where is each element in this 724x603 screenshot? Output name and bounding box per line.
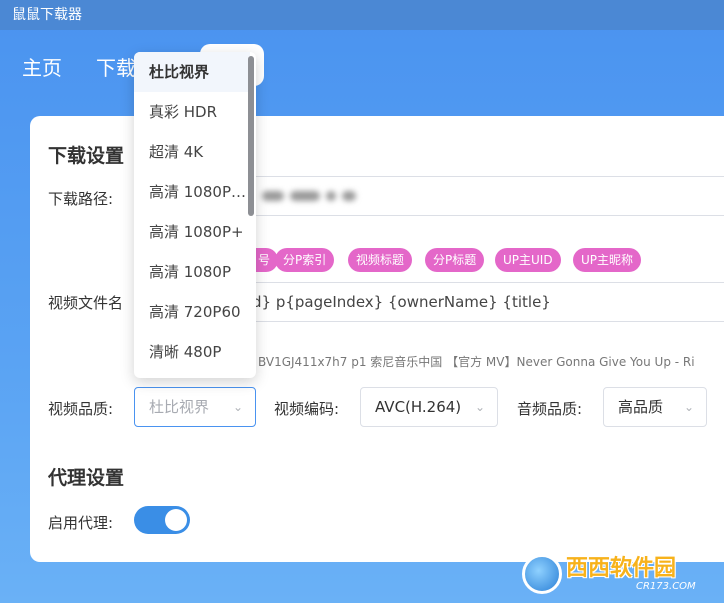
chevron-down-icon: ⌄ xyxy=(683,400,694,414)
dropdown-option[interactable]: 高清 1080P60 xyxy=(134,172,250,212)
video-quality-value: 杜比视界 xyxy=(149,398,210,416)
dropdown-option[interactable]: 清晰 480P xyxy=(134,332,250,372)
filename-tag-page-title[interactable]: 分P标题 xyxy=(425,248,485,272)
dropdown-option[interactable]: 高清 1080P xyxy=(134,252,250,292)
video-quality-select[interactable]: 杜比视界 ⌄ xyxy=(134,387,256,427)
dropdown-option[interactable]: 高清 720P60 xyxy=(134,292,250,332)
watermark: 西西软件园 CR173.COM xyxy=(522,552,708,596)
dropdown-option[interactable]: 真彩 HDR xyxy=(134,92,250,132)
dropdown-option[interactable]: 超清 4K xyxy=(134,132,250,172)
proxy-settings-title: 代理设置 xyxy=(48,467,125,489)
dropdown-option[interactable]: 杜比视界 xyxy=(134,52,250,92)
audio-quality-value: 高品质 xyxy=(618,398,664,416)
dropdown-option[interactable]: 高清 1080P+ xyxy=(134,212,250,252)
watermark-logo-icon xyxy=(522,554,562,594)
audio-quality-label: 音频品质: xyxy=(517,400,583,418)
filename-input[interactable]: d} p{pageIndex} {ownerName} {title} xyxy=(250,282,724,322)
filename-tag-up-uid[interactable]: UP主UID xyxy=(495,248,561,272)
filename-tag-page-index[interactable]: 分P索引 xyxy=(275,248,335,272)
enable-proxy-toggle[interactable] xyxy=(134,506,190,534)
tab-home[interactable]: 主页 xyxy=(22,52,62,81)
tab-download[interactable]: 下载 xyxy=(96,52,136,81)
dropdown-scrollbar[interactable] xyxy=(248,56,254,216)
download-path-label: 下载路径: xyxy=(48,190,114,208)
filename-tag-video-title[interactable]: 视频标题 xyxy=(348,248,413,272)
enable-proxy-label: 启用代理: xyxy=(48,514,114,532)
video-quality-dropdown: 杜比视界 真彩 HDR 超清 4K 高清 1080P60 高清 1080P+ 高… xyxy=(134,52,256,378)
toggle-knob xyxy=(165,509,187,531)
watermark-subtext: CR173.COM xyxy=(636,580,696,592)
blurred-path-value xyxy=(262,186,362,206)
download-settings-title: 下载设置 xyxy=(48,145,125,167)
chevron-down-icon: ⌄ xyxy=(232,400,243,414)
filename-label: 视频文件名 xyxy=(48,294,124,312)
video-quality-label: 视频品质: xyxy=(48,400,114,418)
window-title: 鼠鼠下载器 xyxy=(0,0,724,30)
filename-preview: BV1GJ411x7h7 p1 索尼音乐中国 【官方 MV】Never Gonn… xyxy=(258,355,695,369)
video-codec-select[interactable]: AVC(H.264) ⌄ xyxy=(360,387,498,427)
audio-quality-select[interactable]: 高品质 ⌄ xyxy=(603,387,707,427)
watermark-text: 西西软件园 xyxy=(566,555,677,581)
chevron-down-icon: ⌄ xyxy=(474,400,485,414)
video-codec-value: AVC(H.264) xyxy=(375,398,462,416)
video-codec-label: 视频编码: xyxy=(274,400,340,418)
filename-tag-up-nickname[interactable]: UP主昵称 xyxy=(573,248,642,272)
